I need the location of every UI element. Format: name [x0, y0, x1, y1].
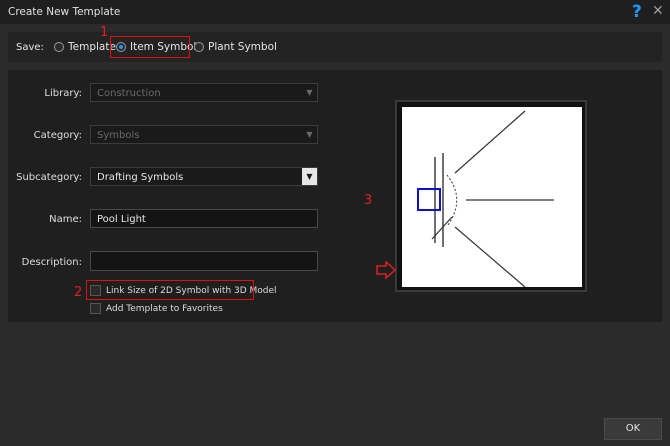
library-dropdown: Construction ▼	[90, 83, 318, 102]
window-title: Create New Template	[8, 6, 121, 18]
pool-light-symbol-drawing	[417, 110, 554, 288]
subcategory-value: Drafting Symbols	[97, 172, 184, 183]
callout-number-2: 2	[74, 285, 83, 300]
radio-plant-symbol[interactable]: Plant Symbol	[194, 41, 277, 53]
ok-button[interactable]: OK	[604, 418, 662, 440]
name-input[interactable]: Pool Light	[90, 209, 318, 228]
symbol-preview	[395, 100, 587, 292]
selection-box	[417, 188, 441, 211]
description-label: Description:	[21, 257, 82, 268]
radio-template[interactable]: Template	[54, 41, 116, 53]
chevron-down-icon: ▼	[306, 88, 313, 97]
radio-template-label: Template	[68, 41, 116, 53]
description-input[interactable]	[90, 251, 318, 271]
callout-number-1: 1	[100, 25, 109, 40]
help-icon[interactable]: ?	[632, 2, 642, 22]
name-value: Pool Light	[97, 214, 146, 225]
favorites-checkbox[interactable]	[90, 303, 101, 314]
radio-indicator[interactable]	[194, 42, 204, 52]
library-value: Construction	[97, 88, 161, 99]
chevron-down-icon: ▼	[306, 130, 313, 139]
preview-canvas	[402, 107, 582, 288]
chevron-down-icon[interactable]: ▼	[302, 168, 317, 185]
callout-box-1	[110, 36, 190, 58]
name-label: Name:	[49, 214, 82, 225]
callout-number-3: 3	[364, 193, 373, 208]
category-dropdown: Symbols ▼	[90, 125, 318, 144]
template-form-panel: Library: Construction ▼ Category: Symbol…	[8, 70, 662, 322]
callout-arrow-3	[376, 260, 396, 280]
title-bar: Create New Template ? ✕	[0, 0, 670, 24]
radio-plant-symbol-label: Plant Symbol	[208, 41, 277, 53]
subcategory-label: Subcategory:	[16, 172, 82, 183]
close-icon[interactable]: ✕	[652, 3, 664, 19]
favorites-checkbox-row[interactable]: Add Template to Favorites	[90, 303, 223, 314]
library-label: Library:	[44, 88, 82, 99]
save-label: Save:	[16, 42, 44, 53]
favorites-label: Add Template to Favorites	[106, 303, 223, 314]
subcategory-dropdown[interactable]: Drafting Symbols ▼	[90, 167, 318, 186]
radio-indicator[interactable]	[54, 42, 64, 52]
callout-box-2	[86, 280, 254, 300]
category-label: Category:	[33, 130, 82, 141]
category-value: Symbols	[97, 130, 140, 141]
